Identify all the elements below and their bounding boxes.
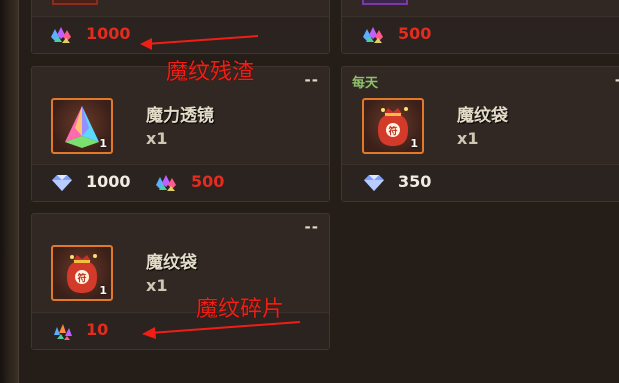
quantity-badge: 1 <box>99 137 107 150</box>
quantity-badge: 1 <box>99 284 107 297</box>
item-name: 魔力透镜 <box>146 106 214 126</box>
rune-residue-annotation: 魔纹残渣 <box>166 60 255 85</box>
price-strip: 500 <box>342 16 619 53</box>
item-frame[interactable]: 1 <box>51 98 113 154</box>
residue-cost: 500 <box>398 24 432 43</box>
card-header-label: - <box>615 71 619 89</box>
svg-text:符: 符 <box>388 125 397 137</box>
card-header-label: -- <box>304 71 319 89</box>
rune-residue-icon <box>156 175 176 191</box>
rune-residue-icon <box>51 27 71 43</box>
diamond-icon <box>52 175 72 191</box>
item-frame-fragment <box>52 0 98 5</box>
left-scroll-edge <box>0 0 19 383</box>
fragment-arrow-icon <box>142 321 301 339</box>
item-frame[interactable]: 符 1 <box>51 245 113 301</box>
item-count: x1 <box>457 129 479 148</box>
item-name: 魔纹袋 <box>457 106 508 126</box>
svg-text:符: 符 <box>77 272 86 284</box>
rune-fragment-annotation: 魔纹碎片 <box>196 297 285 322</box>
price-strip: 350 <box>342 164 619 201</box>
rune-fragment-icon <box>54 324 72 340</box>
daily-limit-label: 每天 <box>352 76 379 91</box>
item-count: x1 <box>146 129 168 148</box>
residue-cost: 500 <box>191 172 225 191</box>
item-count: x1 <box>146 276 168 295</box>
shop-item-card-top-right[interactable]: 500 <box>341 0 619 54</box>
shop-item-card-magic-lens[interactable]: -- 1 魔力透镜 x1 1000 500 <box>31 66 330 202</box>
diamond-icon <box>364 175 384 191</box>
diamond-cost: 1000 <box>86 172 131 191</box>
residue-arrow-icon <box>140 35 259 50</box>
residue-cost: 1000 <box>86 24 131 43</box>
item-frame-fragment <box>362 0 408 5</box>
diamond-cost: 350 <box>398 172 432 191</box>
item-name: 魔纹袋 <box>146 253 197 273</box>
rune-residue-icon <box>363 27 383 43</box>
fragment-cost: 10 <box>86 320 109 339</box>
card-header-label: -- <box>304 218 319 236</box>
shop-item-card-rune-bag-daily[interactable]: 每天 - 符 1 魔纹袋 x1 350 <box>341 66 619 202</box>
price-strip: 1000 500 <box>32 164 329 201</box>
quantity-badge: 1 <box>410 137 418 150</box>
item-frame[interactable]: 符 1 <box>362 98 424 154</box>
